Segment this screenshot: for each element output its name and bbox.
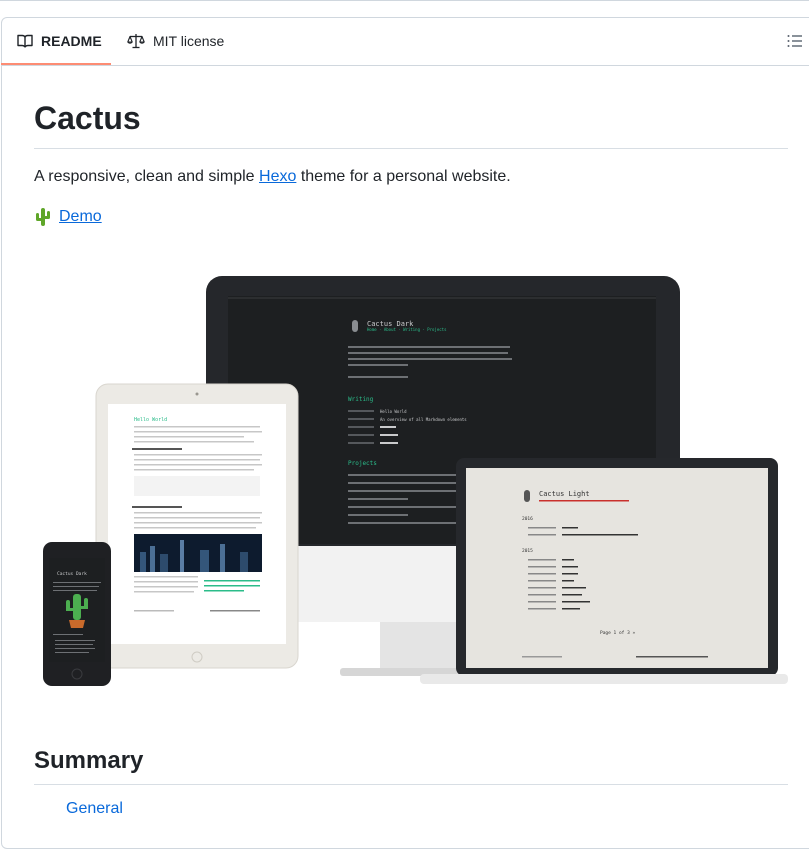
phone-mockup: Cactus Dark [43,542,111,686]
readme-title: Cactus [34,100,141,136]
tablet-post-title: Hello World [134,417,167,423]
dark-writing-heading: Writing [348,396,374,403]
hexo-link[interactable]: Hexo [259,168,296,185]
tab-license-label: MIT license [153,33,225,49]
demo-line: Demo [34,206,102,228]
summary-first-item[interactable]: General [66,800,123,818]
scale-icon [127,34,145,49]
laptop-mockup: Cactus Light 2016 2015 Page 1 of 3 » [420,458,788,684]
summary-heading: Summary [34,747,144,774]
devices-mockup-image: Cactus Dark Home · About · Writing · Pro… [43,276,788,686]
readme-tab-bar: README MIT license [1,17,809,66]
page-top-border [0,0,809,1]
dark-post-hello: Hello World [380,409,407,414]
light-year-2015: 2015 [522,548,533,554]
light-site-title: Cactus Light [539,490,590,498]
readme-description: A responsive, clean and simple Hexo them… [34,166,511,188]
desc-before: A responsive, clean and simple [34,168,260,185]
dark-site-nav: Home · About · Writing · Projects [367,327,447,332]
book-icon [17,34,33,48]
dark-projects-heading: Projects [348,460,377,467]
list-unordered-icon[interactable] [786,32,804,50]
active-tab-indicator [1,63,111,65]
demo-link[interactable]: Demo [59,206,102,228]
tab-readme-label: README [41,33,102,49]
cactus-emoji-icon [36,208,50,226]
heading-divider [34,148,788,149]
tablet-mockup: Hello World [95,383,299,669]
light-pager: Page 1 of 3 » [600,630,636,636]
tab-license[interactable]: MIT license [127,17,224,65]
tab-readme[interactable]: README [17,17,102,65]
light-year-2016: 2016 [522,516,533,522]
summary-divider [34,784,788,785]
desc-after: theme for a personal website. [296,168,511,185]
phone-site-title: Cactus Dark [57,571,87,577]
dark-post-overview: An overview of all Markdown elements [380,417,467,422]
